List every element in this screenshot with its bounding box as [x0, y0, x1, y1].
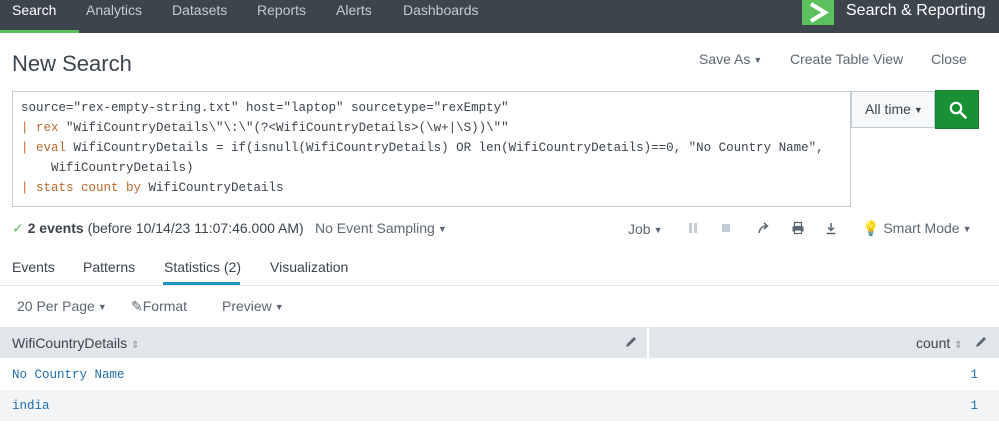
- preview-dropdown[interactable]: Preview ▼: [222, 298, 284, 314]
- caret-down-icon: ▼: [437, 224, 447, 234]
- tab-statistics[interactable]: Statistics (2): [164, 259, 241, 275]
- edit-column-icon[interactable]: [974, 335, 988, 349]
- cell-count[interactable]: 1: [970, 399, 978, 413]
- per-page-dropdown[interactable]: 20 Per Page ▼: [17, 298, 107, 314]
- table-row: No Country Name 1: [0, 359, 999, 390]
- magnifier-icon: [949, 101, 967, 119]
- nav-alerts[interactable]: Alerts: [336, 2, 372, 33]
- caret-down-icon: ▼: [913, 105, 923, 115]
- query-stats-args: WifiCountryDetails: [148, 181, 284, 195]
- query-pipe-stats: | stats count by: [21, 181, 149, 195]
- query-line: WifiCountryDetails): [21, 161, 194, 175]
- search-button[interactable]: [935, 90, 979, 129]
- per-page-label: 20 Per Page: [17, 298, 95, 314]
- nav-search[interactable]: Search: [0, 2, 79, 33]
- query-eval-args: WifiCountryDetails = if(isnull(WifiCount…: [73, 141, 824, 155]
- caret-down-icon: ▼: [97, 302, 107, 312]
- event-count: 2 events: [27, 220, 84, 236]
- search-mode-label: Smart Mode: [883, 220, 960, 236]
- cell-count[interactable]: 1: [970, 368, 978, 382]
- column-header-label: WifiCountryDetails ⇕: [12, 335, 140, 351]
- save-as-button[interactable]: Save As ▼: [699, 51, 762, 67]
- column-header-count[interactable]: count ⇕: [916, 335, 963, 351]
- job-status: ✓ 2 events (before 10/14/23 11:07:46.000…: [12, 220, 304, 237]
- format-label: Format: [142, 298, 188, 314]
- close-button[interactable]: Close: [931, 51, 967, 67]
- tab-visualization[interactable]: Visualization: [270, 259, 348, 275]
- query-line: | rex "WifiCountryDetails\"\:\"(?<WifiCo…: [21, 118, 509, 138]
- search-query-input[interactable]: source="rex-empty-string.txt" host="lapt…: [12, 91, 851, 207]
- download-icon[interactable]: [824, 221, 838, 235]
- time-range-picker[interactable]: All time ▼: [851, 91, 935, 128]
- caret-down-icon: ▼: [274, 302, 284, 312]
- pencil-icon: ✎: [131, 298, 143, 314]
- nav-dashboards[interactable]: Dashboards: [403, 2, 479, 33]
- format-button[interactable]: ✎Format: [131, 298, 187, 315]
- nav-analytics[interactable]: Analytics: [86, 2, 142, 33]
- caret-down-icon: ▼: [753, 55, 763, 65]
- table-header: WifiCountryDetails ⇕ count ⇕: [0, 327, 999, 358]
- tab-events[interactable]: Events: [12, 259, 55, 275]
- query-line: | stats count by WifiCountryDetails: [21, 178, 284, 198]
- app-name[interactable]: Search & Reporting: [846, 2, 986, 20]
- event-sampling-label: No Event Sampling: [315, 220, 435, 236]
- print-icon[interactable]: [791, 221, 805, 235]
- edit-column-icon[interactable]: [624, 335, 638, 349]
- sort-icon[interactable]: ⇕: [954, 340, 962, 351]
- query-line: source="rex-empty-string.txt" host="lapt…: [21, 101, 509, 115]
- search-mode-dropdown[interactable]: 💡 Smart Mode ▼: [862, 220, 972, 237]
- query-pipe-eval: | eval: [21, 141, 74, 155]
- time-range-label: All time: [865, 101, 911, 117]
- column-header-wificountrydetails[interactable]: WifiCountryDetails ⇕: [0, 327, 649, 358]
- job-menu[interactable]: Job ▼: [628, 221, 663, 237]
- app-logo-icon[interactable]: [802, 0, 834, 25]
- nav-reports[interactable]: Reports: [257, 2, 306, 33]
- event-time-note: (before 10/14/23 11:07:46.000 AM): [87, 220, 304, 236]
- table-row: india 1: [0, 390, 999, 421]
- create-table-view-button[interactable]: Create Table View: [790, 51, 903, 67]
- preview-label: Preview: [222, 298, 272, 314]
- top-nav: Search Analytics Datasets Reports Alerts…: [0, 0, 999, 33]
- nav-search-label: Search: [12, 2, 57, 18]
- sort-icon[interactable]: ⇕: [131, 340, 139, 351]
- query-rex-args: "WifiCountryDetails\"\:\"(?<WifiCountryD…: [66, 121, 509, 135]
- lightbulb-icon: 💡: [862, 220, 880, 236]
- caret-down-icon: ▼: [962, 224, 972, 234]
- pause-icon[interactable]: [686, 221, 700, 235]
- query-line: | eval WifiCountryDetails = if(isnull(Wi…: [21, 138, 824, 158]
- cell-wificountrydetails[interactable]: india: [12, 399, 50, 413]
- query-pipe-rex: | rex: [21, 121, 67, 135]
- job-label: Job: [628, 221, 651, 237]
- nav-active-indicator: [0, 30, 79, 33]
- cell-wificountrydetails[interactable]: No Country Name: [12, 368, 125, 382]
- nav-datasets[interactable]: Datasets: [172, 2, 227, 33]
- tabs-divider: [0, 285, 999, 286]
- stop-icon[interactable]: [719, 221, 733, 235]
- page-title: New Search: [12, 51, 132, 76]
- caret-down-icon: ▼: [653, 225, 663, 235]
- checkmark-icon: ✓: [12, 220, 24, 236]
- event-sampling-dropdown[interactable]: No Event Sampling ▼: [315, 220, 447, 236]
- tab-patterns[interactable]: Patterns: [83, 259, 135, 275]
- save-as-label: Save As: [699, 51, 751, 67]
- share-icon[interactable]: [757, 221, 771, 235]
